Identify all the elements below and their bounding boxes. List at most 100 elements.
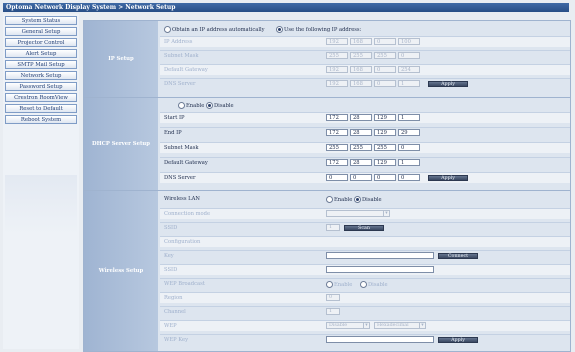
dhcp-subnet-octet-3[interactable]: 255 xyxy=(374,144,396,151)
ip-dns-octet-4[interactable]: 1 xyxy=(398,80,420,87)
sidebar: System Status General Setup Projector Co… xyxy=(3,14,79,349)
dhcp-gateway-octet-1[interactable]: 172 xyxy=(326,159,348,166)
dhcp-apply-button[interactable]: Apply xyxy=(428,175,468,181)
wep-format-select[interactable]: ▾ Hexadecimal xyxy=(374,322,426,329)
wep-broadcast-enable-radio[interactable] xyxy=(326,281,333,288)
dhcp-gateway-octet-4[interactable]: 1 xyxy=(398,159,420,166)
ip-subnet-octet-3[interactable]: 255 xyxy=(374,52,396,59)
ip-dns-row: DNS Server 192 168 0 1 Apply xyxy=(160,78,570,89)
dhcp-subnet-octet-4[interactable]: 0 xyxy=(398,144,420,151)
wep-key-input[interactable] xyxy=(326,336,434,343)
connect-button[interactable]: Connect xyxy=(438,253,478,259)
ip-gateway-octet-2[interactable]: 168 xyxy=(350,66,372,73)
ip-manual-radio[interactable] xyxy=(276,26,283,33)
dhcp-end-ip-octet-4[interactable]: 29 xyxy=(398,129,420,136)
ip-gateway-octet-1[interactable]: 192 xyxy=(326,66,348,73)
chevron-down-icon: ▾ xyxy=(363,323,369,329)
ip-auto-option[interactable]: Obtain an IP address automatically xyxy=(164,26,265,33)
dhcp-end-ip-octet-2[interactable]: 28 xyxy=(350,129,372,136)
wireless-lan-label: Wireless LAN xyxy=(164,196,200,202)
ip-subnet-octet-4[interactable]: 0 xyxy=(398,52,420,59)
connection-mode-label: Connection mode xyxy=(164,211,211,217)
dhcp-start-ip-input: 172 28 129 1 xyxy=(326,114,420,121)
region-select[interactable]: 0 xyxy=(326,294,340,301)
wlan-disable-option[interactable]: Disable xyxy=(354,196,382,203)
ip-address-octet-2[interactable]: 168 xyxy=(350,38,372,45)
dhcp-gateway-octet-2[interactable]: 28 xyxy=(350,159,372,166)
key-input[interactable] xyxy=(326,252,434,259)
dhcp-dns-octet-1[interactable]: 0 xyxy=(326,174,348,181)
dhcp-start-ip-octet-1[interactable]: 172 xyxy=(326,114,348,121)
ip-address-octet-4[interactable]: 100 xyxy=(398,38,420,45)
sidebar-item-reboot-system[interactable]: Reboot System xyxy=(5,115,77,124)
ip-auto-label: Obtain an IP address automatically xyxy=(172,27,265,33)
wep-broadcast-disable-option[interactable]: Disable xyxy=(360,281,388,288)
ip-apply-button[interactable]: Apply xyxy=(428,81,468,87)
sidebar-item-alert-setup[interactable]: Alert Setup xyxy=(5,49,77,58)
ip-dns-octet-3[interactable]: 0 xyxy=(374,80,396,87)
dhcp-gateway-octet-3[interactable]: 129 xyxy=(374,159,396,166)
wlan-disable-radio[interactable] xyxy=(354,196,361,203)
dhcp-dns-row: DNS Server 0 0 0 0 Apply xyxy=(160,172,570,183)
wep-mode-select-value: Disable xyxy=(329,323,348,328)
ip-address-octet-1[interactable]: 192 xyxy=(326,38,348,45)
dhcp-subnet-octet-2[interactable]: 255 xyxy=(350,144,372,151)
wireless-lan-row: Wireless LAN Enable Disable xyxy=(160,194,570,204)
dhcp-end-ip-octet-1[interactable]: 172 xyxy=(326,129,348,136)
connection-mode-select[interactable]: ▾ xyxy=(326,210,390,217)
ip-auto-radio[interactable] xyxy=(164,26,171,33)
ip-manual-option[interactable]: Use the following IP address: xyxy=(276,26,361,33)
ip-dns-octet-1[interactable]: 192 xyxy=(326,80,348,87)
wireless-apply-button[interactable]: Apply xyxy=(438,337,478,343)
dhcp-dns-octet-2[interactable]: 0 xyxy=(350,174,372,181)
dhcp-start-ip-octet-3[interactable]: 129 xyxy=(374,114,396,121)
ip-gateway-row: Default Gateway 192 168 0 254 xyxy=(160,64,570,75)
dhcp-start-ip-octet-4[interactable]: 1 xyxy=(398,114,420,121)
sidebar-item-general-setup[interactable]: General Setup xyxy=(5,27,77,36)
dhcp-enable-radio[interactable] xyxy=(178,102,185,109)
wireless-setup-label: Wireless Setup xyxy=(84,191,158,351)
sidebar-item-projector-control[interactable]: Projector Control xyxy=(5,38,77,47)
ip-subnet-octet-2[interactable]: 255 xyxy=(350,52,372,59)
wlan-enable-radio[interactable] xyxy=(326,196,333,203)
sidebar-item-password-setup[interactable]: Password Setup xyxy=(5,82,77,91)
dhcp-disable-label: Disable xyxy=(214,103,234,109)
dhcp-dns-octet-3[interactable]: 0 xyxy=(374,174,396,181)
network-setup-panel: IP Setup Obtain an IP address automatica… xyxy=(83,20,571,352)
wep-broadcast-enable-option[interactable]: Enable xyxy=(326,281,352,288)
wep-broadcast-disable-radio[interactable] xyxy=(360,281,367,288)
dhcp-end-ip-input: 172 28 129 29 xyxy=(326,129,420,136)
sidebar-item-smtp-mail-setup[interactable]: SMTP Mail Setup xyxy=(5,60,77,69)
ip-address-octet-3[interactable]: 0 xyxy=(374,38,396,45)
sidebar-item-network-setup[interactable]: Network Setup xyxy=(5,71,77,80)
dhcp-disable-option[interactable]: Disable xyxy=(206,102,234,109)
sidebar-item-system-status[interactable]: System Status xyxy=(5,16,77,25)
wep-mode-select[interactable]: ▾ Disable xyxy=(326,322,370,329)
dhcp-end-ip-octet-3[interactable]: 129 xyxy=(374,129,396,136)
ssid-select[interactable]: 1 xyxy=(326,224,340,231)
dhcp-dns-octet-4[interactable]: 0 xyxy=(398,174,420,181)
dhcp-dns-input: 0 0 0 0 xyxy=(326,174,420,181)
ip-subnet-row: Subnet Mask 255 255 255 0 xyxy=(160,50,570,61)
key-row: Key Connect xyxy=(160,250,570,261)
wep-label: WEP xyxy=(164,323,177,329)
scan-button[interactable]: Scan xyxy=(344,225,384,231)
dhcp-enable-option[interactable]: Enable xyxy=(178,102,204,109)
ip-subnet-octet-1[interactable]: 255 xyxy=(326,52,348,59)
sidebar-item-reset-to-default[interactable]: Reset to Default xyxy=(5,104,77,113)
ip-gateway-octet-4[interactable]: 254 xyxy=(398,66,420,73)
ip-address-label: IP Address xyxy=(164,39,193,45)
channel-row: Channel 1 xyxy=(160,306,570,317)
ssid-input-label: SSID xyxy=(164,267,178,273)
dhcp-setup-section: DHCP Server Setup Enable Disable Start I… xyxy=(84,98,570,191)
ip-gateway-octet-3[interactable]: 0 xyxy=(374,66,396,73)
sidebar-item-crestron-roomview[interactable]: Crestron RoomView xyxy=(5,93,77,102)
ip-dns-octet-2[interactable]: 168 xyxy=(350,80,372,87)
ssid-input[interactable] xyxy=(326,266,434,273)
dhcp-disable-radio[interactable] xyxy=(206,102,213,109)
dhcp-start-ip-octet-2[interactable]: 28 xyxy=(350,114,372,121)
channel-select[interactable]: 1 xyxy=(326,308,340,315)
ip-mode-row: Obtain an IP address automatically Use t… xyxy=(160,24,570,34)
dhcp-subnet-octet-1[interactable]: 255 xyxy=(326,144,348,151)
wlan-enable-option[interactable]: Enable xyxy=(326,196,352,203)
